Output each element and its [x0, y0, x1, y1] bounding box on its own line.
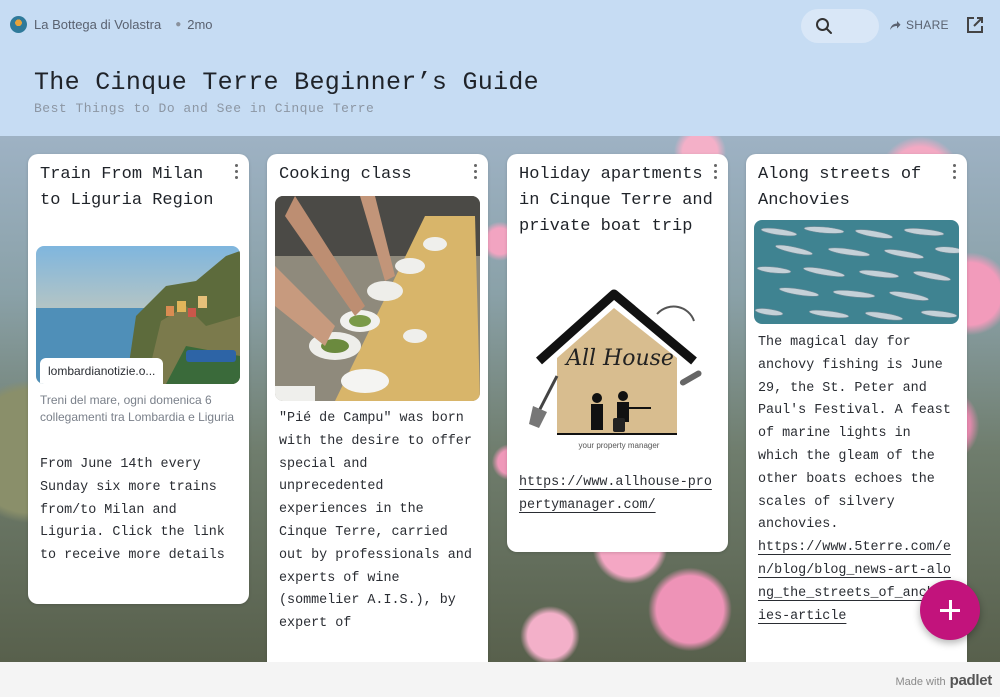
post-title: Holiday apartments in Cinque Terre and p… — [519, 165, 713, 236]
post-age: 2mo — [187, 17, 213, 32]
add-post-button[interactable] — [920, 580, 980, 640]
search-button[interactable] — [801, 9, 879, 43]
logo-text: All House — [566, 346, 674, 371]
search-icon — [816, 18, 832, 34]
post-title: Cooking class — [279, 165, 412, 184]
kebab-icon[interactable] — [235, 164, 239, 180]
post-card-train[interactable]: Train From Milan to Liguria Region lomba… — [28, 154, 249, 604]
author-avatar — [10, 16, 27, 33]
anchovies-photo — [754, 220, 959, 324]
cooking-class-photo — [275, 196, 480, 401]
footer-bar: Made with padlet — [0, 662, 1000, 697]
open-external-icon — [967, 17, 983, 33]
kebab-icon[interactable] — [474, 164, 478, 180]
post-image[interactable] — [754, 220, 959, 324]
page-subtitle: Best Things to Do and See in Cinque Terr… — [34, 101, 375, 116]
link-description: Treni del mare, ogni domenica 6 collegam… — [40, 393, 235, 424]
kebab-icon[interactable] — [953, 164, 957, 180]
author-name: La Bottega di Volastra — [34, 17, 162, 32]
share-button[interactable]: SHARE — [889, 18, 949, 32]
made-with-padlet[interactable]: Made with padlet — [895, 672, 992, 689]
separator-dot: ● — [175, 19, 182, 30]
post-body-container: The magical day for anchovy fishing is J… — [758, 332, 958, 628]
post-card-holiday[interactable]: Holiday apartments in Cinque Terre and p… — [507, 154, 728, 552]
link-preview-image[interactable]: lombardianotizie.o... — [36, 246, 240, 384]
link-domain: lombardianotizie.o... — [40, 358, 164, 384]
post-title: Train From Milan to Liguria Region — [40, 165, 214, 210]
top-bar: La Bottega di Volastra ● 2mo SHARE — [0, 0, 1000, 50]
share-arrow-icon — [890, 20, 901, 30]
author-info[interactable]: La Bottega di Volastra ● 2mo — [10, 16, 213, 33]
post-title: Along streets of Anchovies — [758, 165, 922, 210]
open-external-button[interactable] — [966, 16, 984, 39]
post-card-cooking[interactable]: Cooking class "Pié de Campu" was born wi… — [267, 154, 488, 674]
share-label: SHARE — [906, 18, 949, 32]
post-body: The magical day for anchovy fishing is J… — [758, 335, 951, 533]
svg-text:your property manager: your property manager — [579, 441, 660, 450]
post-image[interactable] — [275, 196, 480, 401]
made-with-label: Made with — [895, 676, 946, 688]
all-house-logo: your property manager All House — [529, 286, 709, 456]
page-title: The Cinque Terre Beginner’s Guide — [34, 68, 539, 97]
post-body: From June 14th every Sunday six more tra… — [40, 457, 225, 564]
kebab-icon[interactable] — [714, 164, 718, 180]
padlet-brand: padlet — [949, 672, 993, 689]
post-link[interactable]: https://www.allhouse-propertymanager.com… — [519, 472, 719, 518]
post-body: "Pié de Campu" was born with the desire … — [279, 411, 472, 632]
